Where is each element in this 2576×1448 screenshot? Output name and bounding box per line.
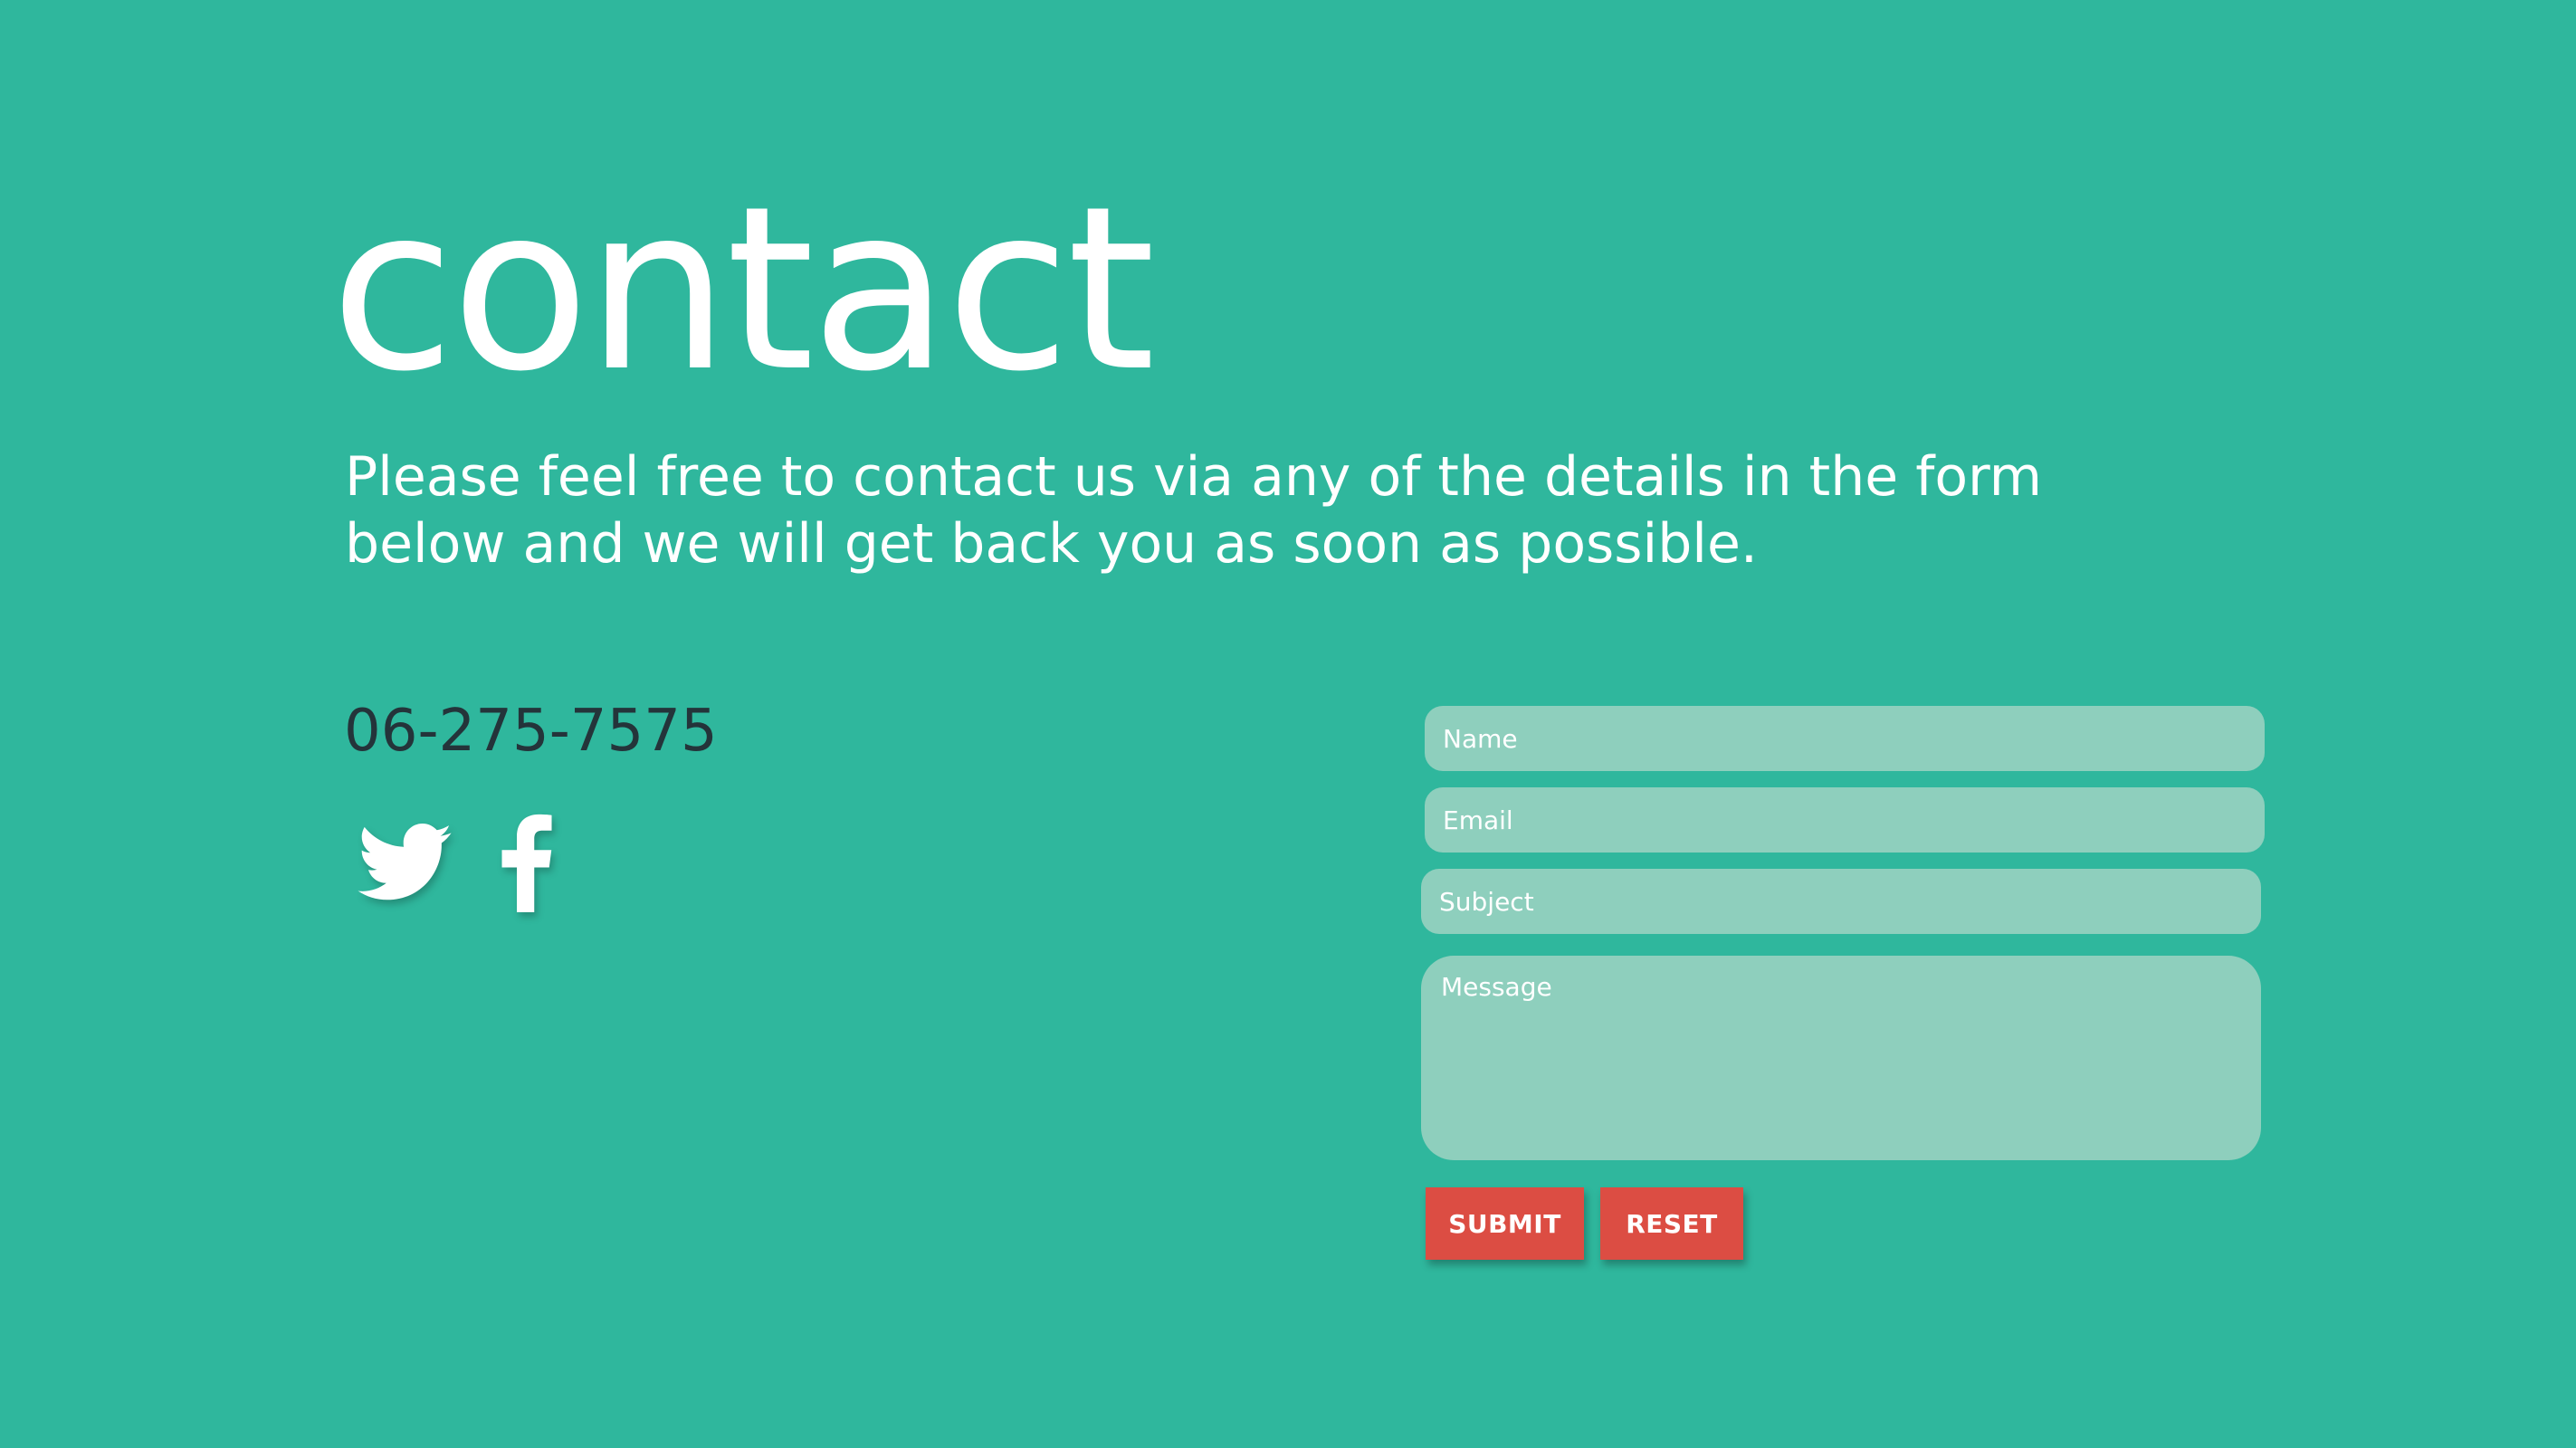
subject-input[interactable] <box>1421 869 2261 934</box>
name-input[interactable] <box>1425 706 2265 771</box>
twitter-icon <box>358 824 452 900</box>
intro-text: Please feel free to contact us via any o… <box>345 445 2043 576</box>
facebook-link[interactable] <box>501 813 552 912</box>
facebook-icon <box>501 814 552 912</box>
message-textarea[interactable] <box>1421 956 2261 1160</box>
page-title: contact <box>330 157 1156 421</box>
email-input[interactable] <box>1425 787 2265 853</box>
twitter-link[interactable] <box>358 824 452 901</box>
contact-form: SUBMIT RESET <box>1421 706 2265 1260</box>
phone-number: 06-275-7575 <box>344 698 718 765</box>
form-buttons: SUBMIT RESET <box>1426 1187 2263 1260</box>
social-links <box>358 813 552 912</box>
submit-button[interactable]: SUBMIT <box>1426 1187 1584 1260</box>
reset-button[interactable]: RESET <box>1600 1187 1743 1260</box>
